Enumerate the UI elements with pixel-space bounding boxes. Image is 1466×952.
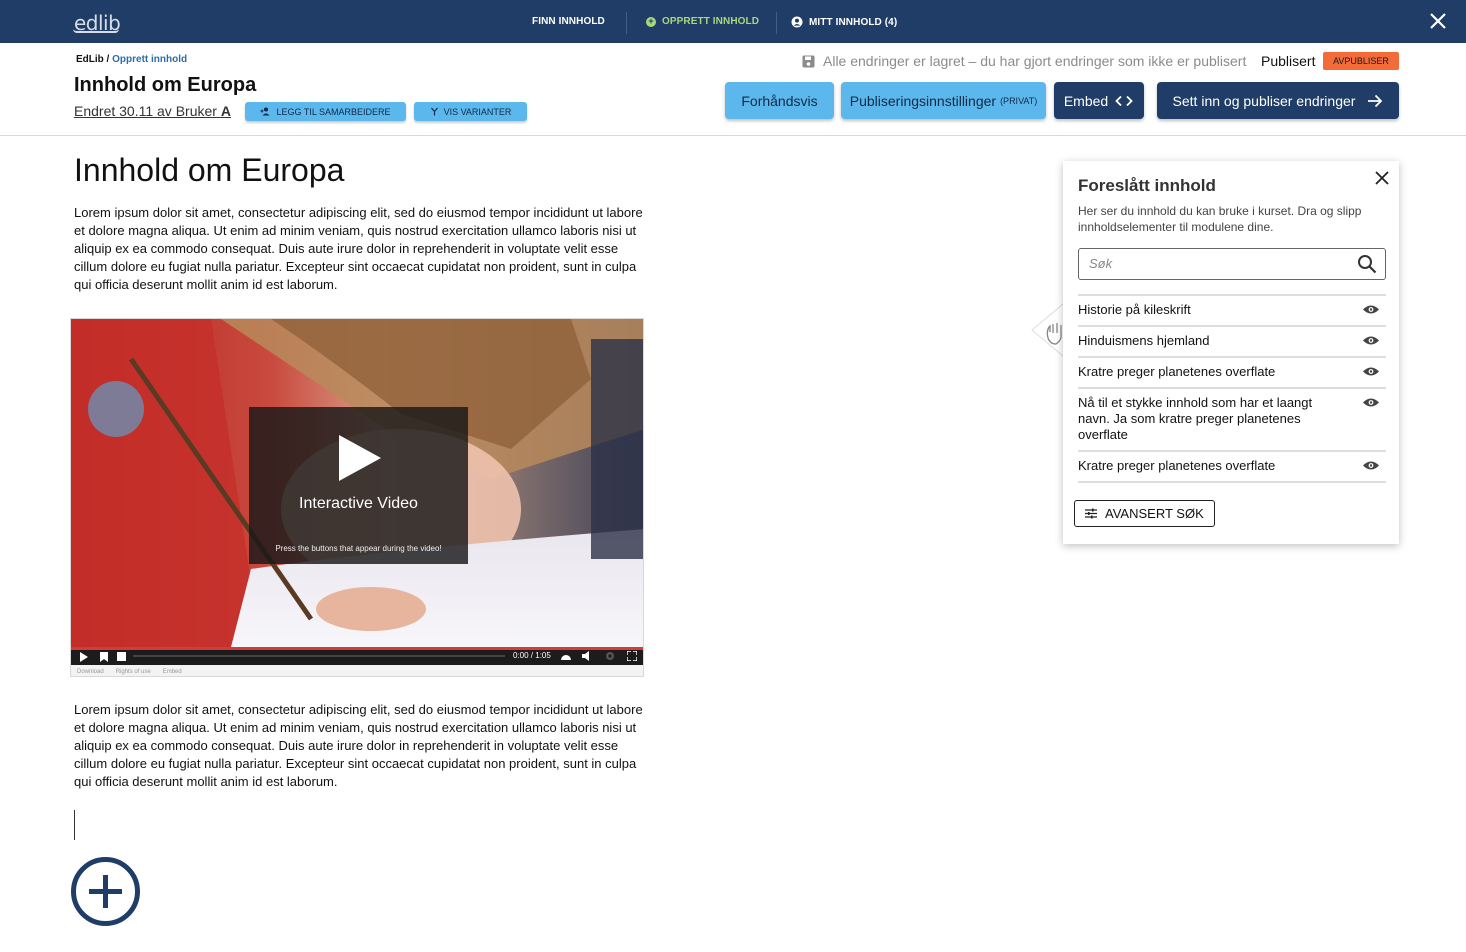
page-title: Innhold om Europa: [74, 74, 257, 96]
list-item[interactable]: Hinduismens hjemland: [1078, 327, 1386, 358]
video-overlay[interactable]: Interactive Video Press the buttons that…: [249, 407, 468, 564]
eye-icon[interactable]: [1362, 366, 1380, 377]
video-controls: 0:00 / 1:05: [71, 647, 643, 665]
panel-title: Foreslått innhold: [1078, 176, 1216, 195]
video-progress-bar[interactable]: [71, 647, 643, 650]
close-icon[interactable]: [1426, 9, 1450, 33]
close-icon[interactable]: [1374, 170, 1390, 186]
eye-icon[interactable]: [1362, 304, 1380, 315]
fullscreen-icon[interactable]: [627, 651, 637, 661]
list-item[interactable]: Historie på kileskrift: [1078, 296, 1386, 327]
list-item[interactable]: Nå til et stykke innhold som har et laan…: [1078, 389, 1386, 452]
add-content-button[interactable]: [71, 857, 140, 926]
video-footer: Download Rights of use Embed: [71, 665, 643, 676]
nav-separator: [776, 12, 777, 34]
nav-create-content[interactable]: + OPPRETT INNHOLD: [646, 16, 759, 27]
search-icon[interactable]: [1357, 254, 1377, 274]
eye-icon[interactable]: [1362, 460, 1380, 471]
filter-sliders-icon: [1085, 508, 1097, 519]
advanced-search-label: AVANSERT SØK: [1105, 506, 1204, 521]
publish-settings-label: Publiseringsinnstillinger: [849, 92, 997, 109]
code-brackets-icon: [1115, 95, 1133, 106]
add-person-icon: [260, 107, 270, 116]
video-subtitle: Press the buttons that appear during the…: [275, 544, 442, 553]
top-nav-bar: edlib FINN INNHOLD + OPPRETT INNHOLD MIT…: [0, 0, 1466, 43]
fork-icon: [430, 107, 438, 116]
nav-find-content-label: FINN INNHOLD: [532, 16, 605, 27]
interactive-video[interactable]: Interactive Video Press the buttons that…: [70, 318, 644, 677]
publish-changes-label: Sett inn og publiser endringer: [1172, 92, 1356, 109]
nav-separator: [626, 12, 627, 34]
header-divider: [0, 135, 1466, 136]
content-title[interactable]: Innhold om Europa: [74, 152, 344, 189]
volume-icon[interactable]: [582, 651, 594, 661]
breadcrumb-current[interactable]: Opprett innhold: [112, 54, 187, 65]
video-time: 0:00 / 1:05: [513, 651, 551, 660]
arrow-right-icon: [1368, 94, 1383, 107]
list-item-label: Kratre preger planetenes overflate: [1078, 458, 1276, 473]
save-status: Alle endringer er lagret – du har gjort …: [802, 53, 1246, 69]
list-item-label: Nå til et stykke innhold som har et laan…: [1078, 395, 1313, 442]
nav-my-content-label: MITT INNHOLD (4): [809, 16, 898, 28]
panel-description: Her ser du innhold du kan bruke i kurset…: [1078, 204, 1362, 234]
publish-settings-button[interactable]: Publiseringsinnstillinger (PRIVAT): [841, 82, 1046, 119]
unpublish-button[interactable]: AVPUBLISER: [1323, 52, 1399, 70]
nav-my-content[interactable]: MITT INNHOLD (4): [791, 16, 897, 28]
add-collaborators-button[interactable]: LEGG TIL SAMARBEIDERE: [245, 102, 406, 121]
user-circle-icon: [791, 16, 803, 28]
eye-icon[interactable]: [1362, 335, 1380, 346]
bookmark-icon[interactable]: [100, 652, 108, 662]
preview-label: Forhåndsvis: [741, 92, 818, 109]
video-rights-link[interactable]: Rights of use: [116, 669, 151, 675]
logo-swoosh: [73, 29, 119, 33]
publish-settings-tag: (PRIVAT): [1000, 95, 1038, 106]
search-input[interactable]: [1089, 256, 1339, 271]
text-cursor: [74, 810, 75, 840]
show-variants-button[interactable]: VIS VARIANTER: [414, 102, 527, 121]
publish-changes-button[interactable]: Sett inn og publiser endringer: [1157, 82, 1399, 119]
list-item[interactable]: Kratre preger planetenes overflate: [1078, 358, 1386, 389]
speed-icon[interactable]: [560, 651, 572, 661]
edited-info[interactable]: Endret 30.11 av Bruker A: [74, 103, 231, 119]
advanced-search-button[interactable]: AVANSERT SØK: [1074, 500, 1215, 527]
breadcrumb-root[interactable]: EdLib /: [76, 54, 109, 65]
settings-gear-icon[interactable]: [605, 651, 615, 661]
nav-create-content-label: OPPRETT INNHOLD: [662, 16, 760, 27]
play-icon[interactable]: [337, 433, 383, 483]
eye-icon[interactable]: [1362, 397, 1380, 408]
show-variants-label: VIS VARIANTER: [443, 106, 512, 117]
edited-user-initial: A: [220, 103, 231, 119]
embed-button[interactable]: Embed: [1054, 82, 1144, 119]
content-paragraph[interactable]: Lorem ipsum dolor sit amet, consectetur …: [74, 701, 644, 791]
suggested-content-panel: Foreslått innhold Her ser du innhold du …: [1063, 161, 1399, 544]
preview-button[interactable]: Forhåndsvis: [725, 82, 834, 119]
video-embed-link[interactable]: Embed: [163, 669, 182, 675]
embed-label: Embed: [1063, 92, 1109, 109]
video-title: Interactive Video: [299, 495, 418, 512]
save-status-text: Alle endringer er lagret – du har gjort …: [823, 53, 1247, 69]
video-scrub-track[interactable]: [133, 655, 505, 657]
list-item[interactable]: Kratre preger planetenes overflate: [1078, 452, 1386, 483]
suggested-content-list: Historie på kileskrift Hinduismens hjeml…: [1078, 294, 1386, 483]
nav-find-content[interactable]: FINN INNHOLD: [532, 16, 605, 27]
plus-circle-icon: +: [646, 16, 656, 27]
list-item-label: Historie på kileskrift: [1078, 302, 1191, 317]
content-paragraph[interactable]: Lorem ipsum dolor sit amet, consectetur …: [74, 204, 644, 294]
breadcrumb: EdLib / Opprett innhold: [76, 54, 187, 65]
published-label: Publisert: [1261, 53, 1316, 69]
stop-icon[interactable]: [117, 652, 126, 661]
list-item-label: Kratre preger planetenes overflate: [1078, 364, 1276, 379]
play-small-icon[interactable]: [79, 652, 89, 662]
search-field[interactable]: [1078, 248, 1386, 280]
add-collaborators-label: LEGG TIL SAMARBEIDERE: [276, 106, 391, 117]
edited-text: Endret 30.11 av Bruker: [74, 103, 217, 119]
video-download-link[interactable]: Download: [77, 669, 104, 675]
list-item-label: Hinduismens hjemland: [1078, 333, 1210, 348]
floppy-disk-icon: [802, 55, 815, 67]
